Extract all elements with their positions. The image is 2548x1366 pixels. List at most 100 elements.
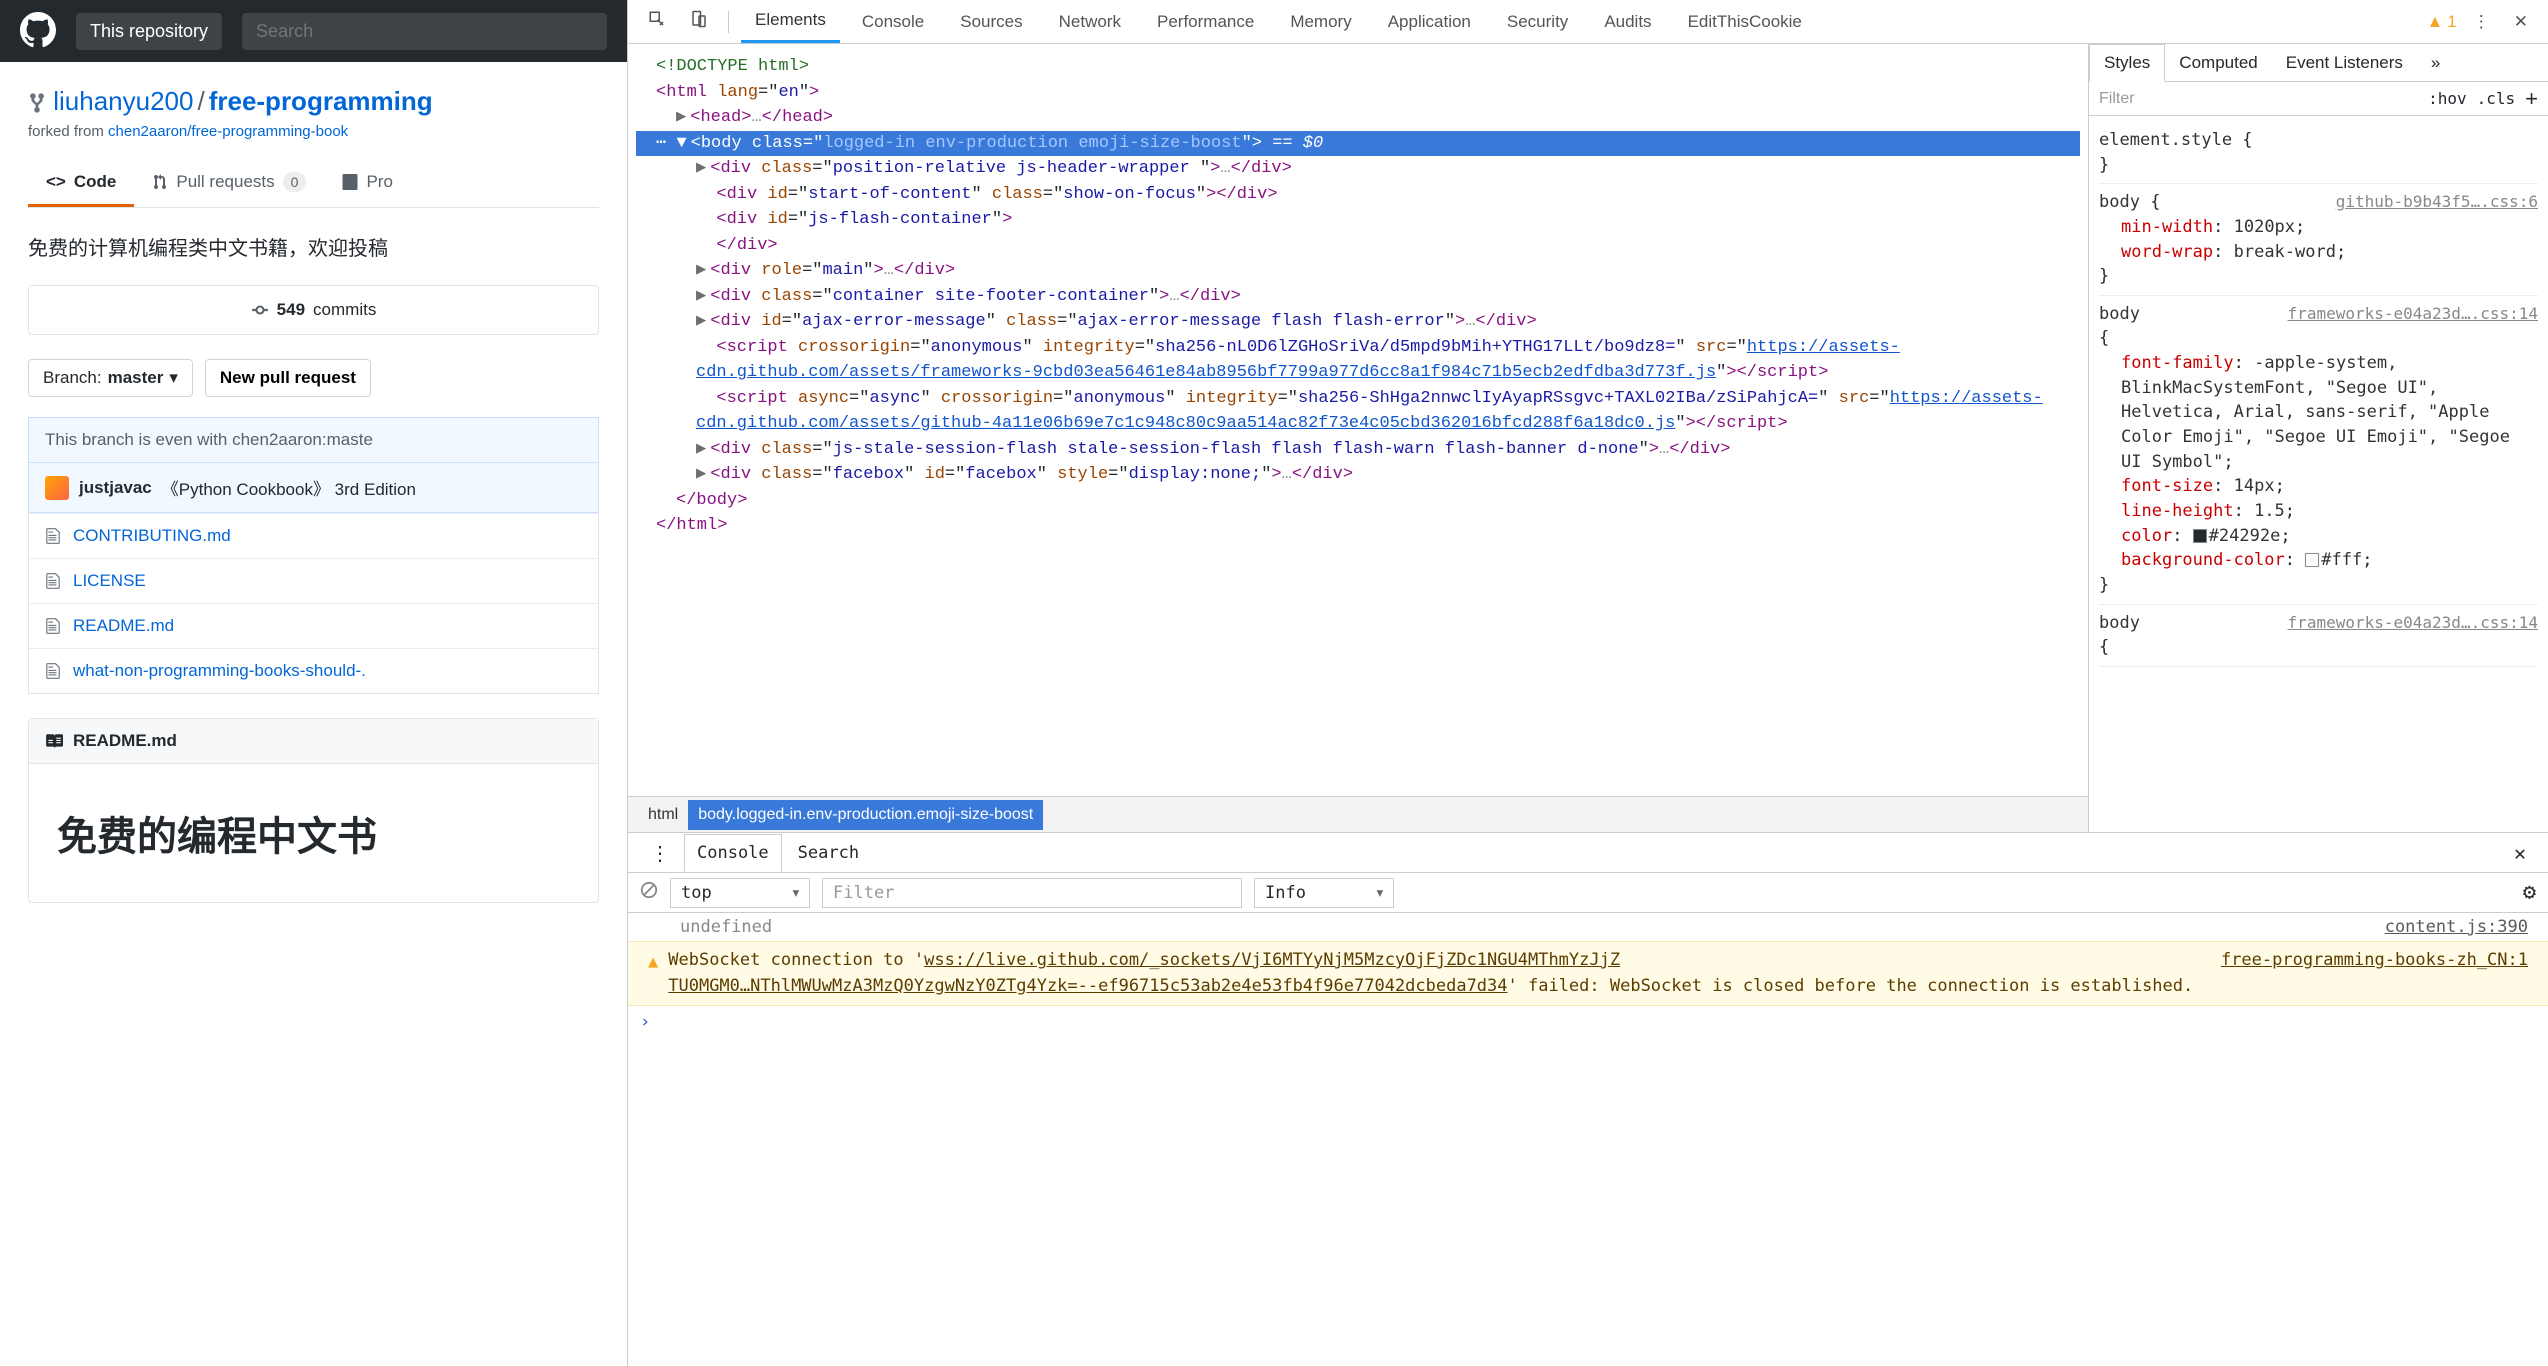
new-pull-request-button[interactable]: New pull request: [205, 359, 371, 397]
source-link[interactable]: frameworks-e04a23d….css:14: [2288, 302, 2538, 325]
latest-commit: justjavac 《Python Cookbook》 3rd Edition: [28, 462, 599, 513]
console-toolbar: top Filter Info ⚙: [628, 873, 2548, 913]
ws-url-link[interactable]: TU0MGM0…NThlMWUwMzA3MzQ0YzgwNzY0ZTg4Yzk=…: [668, 976, 1507, 996]
repo-link[interactable]: free-programming: [209, 86, 433, 116]
repo-tabs: <> Code Pull requests 0 Pro: [28, 160, 599, 208]
file-list: CONTRIBUTING.md LICENSE README.md what-n…: [28, 513, 599, 694]
github-page: This repository liuhanyu200/free-program…: [0, 0, 628, 1366]
tab-application[interactable]: Application: [1374, 2, 1485, 42]
color-swatch-icon[interactable]: [2193, 529, 2207, 543]
file-icon: [45, 617, 61, 635]
file-row[interactable]: CONTRIBUTING.md: [29, 513, 598, 558]
cls-toggle[interactable]: .cls: [2477, 89, 2516, 108]
tab-audits[interactable]: Audits: [1590, 2, 1665, 42]
more-tabs-icon[interactable]: »: [2417, 45, 2454, 81]
tab-projects[interactable]: Pro: [324, 160, 410, 207]
console-filter-input[interactable]: Filter: [822, 878, 1242, 908]
readme-content: 免费的编程中文书: [29, 764, 598, 902]
tab-pull-requests[interactable]: Pull requests 0: [134, 160, 324, 207]
styles-toolbar: Filter :hov .cls +: [2089, 82, 2548, 116]
console-settings-icon[interactable]: ⚙: [2523, 880, 2536, 905]
file-row[interactable]: LICENSE: [29, 558, 598, 603]
elements-panel: <!DOCTYPE html> <html lang="en"> ▶<head>…: [628, 44, 2088, 832]
tab-editthiscookie[interactable]: EditThisCookie: [1674, 2, 1816, 42]
dom-tree[interactable]: <!DOCTYPE html> <html lang="en"> ▶<head>…: [628, 44, 2088, 796]
warnings-badge[interactable]: ▲ 1: [2426, 12, 2456, 32]
commit-author[interactable]: justjavac: [79, 478, 152, 498]
file-row[interactable]: README.md: [29, 603, 598, 648]
context-select[interactable]: top: [670, 878, 810, 908]
tab-performance[interactable]: Performance: [1143, 2, 1268, 42]
fork-info: forked from chen2aaron/free-programming-…: [28, 123, 599, 140]
selected-body-element[interactable]: ⋯ ▼<body class="logged-in env-production…: [636, 131, 2080, 157]
source-link[interactable]: frameworks-e04a23d….css:14: [2288, 611, 2538, 634]
dom-breadcrumb: html body.logged-in.env-production.emoji…: [628, 796, 2088, 832]
forked-from-link[interactable]: chen2aaron/free-programming-book: [108, 123, 348, 140]
devtools: Elements Console Sources Network Perform…: [628, 0, 2548, 1366]
readme-box: README.md 免费的编程中文书: [28, 718, 599, 903]
console-menu-icon[interactable]: ⋮: [640, 837, 680, 869]
chevron-down-icon: ▾: [169, 368, 178, 388]
tab-computed[interactable]: Computed: [2165, 45, 2271, 81]
file-icon: [45, 662, 61, 680]
branch-row: Branch: master ▾ New pull request: [28, 359, 599, 397]
color-swatch-icon[interactable]: [2305, 553, 2319, 567]
tab-sources[interactable]: Sources: [946, 2, 1036, 42]
console-source-link[interactable]: content.js:390: [2385, 917, 2528, 937]
devtools-main: <!DOCTYPE html> <html lang="en"> ▶<head>…: [628, 44, 2548, 832]
hov-toggle[interactable]: :hov: [2428, 89, 2467, 108]
avatar-icon: [45, 476, 69, 500]
styles-rules[interactable]: element.style {} github-b9b43f5….css:6 b…: [2089, 116, 2548, 832]
this-repository-button[interactable]: This repository: [76, 13, 222, 50]
styles-filter-input[interactable]: Filter: [2099, 90, 2418, 108]
owner-link[interactable]: liuhanyu200: [53, 86, 193, 116]
tab-styles[interactable]: Styles: [2089, 44, 2165, 82]
console-output[interactable]: undefined content.js:390 ▲ WebSocket con…: [628, 913, 2548, 1366]
ws-url-link[interactable]: wss://live.github.com/_sockets/VjI6MTYyN…: [924, 950, 1620, 970]
close-drawer-icon[interactable]: ✕: [2504, 837, 2536, 869]
search-input[interactable]: [242, 13, 607, 50]
tab-console[interactable]: Console: [848, 2, 938, 42]
compare-message: This branch is even with chen2aaron:mast…: [28, 417, 599, 462]
repo-title: liuhanyu200/free-programming: [28, 86, 599, 117]
tab-event-listeners[interactable]: Event Listeners: [2272, 45, 2417, 81]
tab-network[interactable]: Network: [1045, 2, 1135, 42]
github-header: This repository: [0, 0, 627, 62]
source-link[interactable]: github-b9b43f5….css:6: [2336, 190, 2538, 213]
clear-console-icon[interactable]: [640, 881, 658, 904]
tab-code[interactable]: <> Code: [28, 160, 134, 207]
readme-header: README.md: [29, 719, 598, 764]
styles-tabs: Styles Computed Event Listeners »: [2089, 44, 2548, 82]
code-icon: <>: [46, 172, 66, 192]
branch-select[interactable]: Branch: master ▾: [28, 359, 193, 397]
console-value: undefined: [648, 917, 772, 937]
repo-content: liuhanyu200/free-programming forked from…: [0, 62, 627, 927]
github-logo-icon[interactable]: [20, 12, 56, 51]
file-icon: [45, 527, 61, 545]
device-icon[interactable]: [682, 6, 716, 37]
console-warning: ▲ WebSocket connection to 'wss://live.gi…: [628, 941, 2548, 1006]
file-icon: [45, 572, 61, 590]
warning-icon: ▲: [648, 950, 658, 976]
console-prompt[interactable]: ›: [628, 1006, 2548, 1038]
breadcrumb-body[interactable]: body.logged-in.env-production.emoji-size…: [688, 800, 1043, 830]
commit-message[interactable]: 《Python Cookbook》 3rd Edition: [162, 475, 416, 500]
tab-security[interactable]: Security: [1493, 2, 1582, 42]
readme-heading: 免费的编程中文书: [57, 804, 570, 862]
tab-search-drawer[interactable]: Search: [786, 835, 871, 871]
new-style-rule-button[interactable]: +: [2525, 86, 2538, 112]
tab-memory[interactable]: Memory: [1276, 2, 1365, 42]
console-source-link[interactable]: free-programming-books-zh_CN:1: [2221, 948, 2528, 974]
tab-console-drawer[interactable]: Console: [684, 834, 782, 872]
breadcrumb-html[interactable]: html: [638, 800, 688, 830]
commits-count[interactable]: 549 commits: [28, 285, 599, 335]
devtools-tabs: Elements Console Sources Network Perform…: [628, 0, 2548, 44]
file-row[interactable]: what-non-programming-books-should-.: [29, 648, 598, 693]
console-panel: ⋮ Console Search ✕ top Filter Info ⚙ und…: [628, 832, 2548, 1366]
close-icon[interactable]: ✕: [2506, 8, 2536, 36]
more-icon[interactable]: ⋮: [2465, 8, 2498, 36]
inspect-icon[interactable]: [640, 6, 674, 37]
repo-description: 免费的计算机编程类中文书籍，欢迎投稿: [28, 232, 599, 261]
tab-elements[interactable]: Elements: [741, 0, 840, 43]
level-select[interactable]: Info: [1254, 878, 1394, 908]
